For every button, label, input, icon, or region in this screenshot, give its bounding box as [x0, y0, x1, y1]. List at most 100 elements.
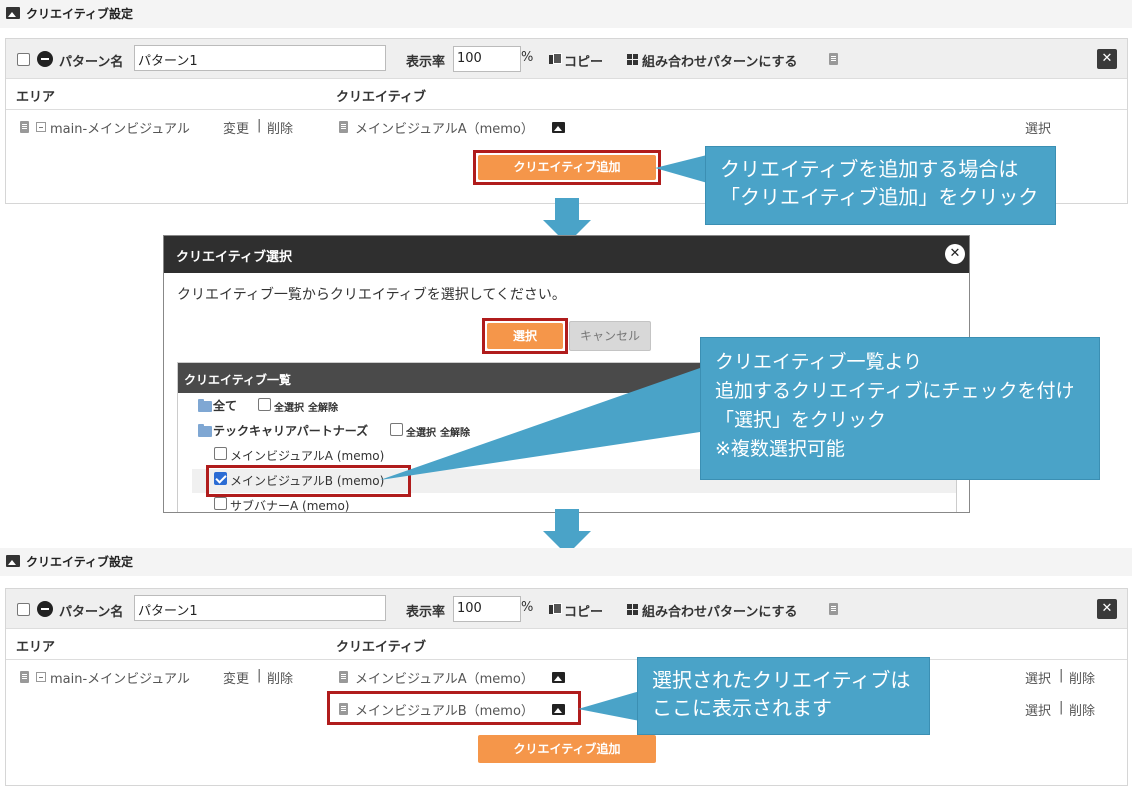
percent-label: %: [521, 50, 534, 65]
pattern-toolbar: パターン名 パターン1 表示率 100 % コピー 組み合わせパターンにする ✕: [6, 589, 1127, 629]
creative-column-header: クリエイティブ: [336, 640, 426, 655]
grid-icon: [627, 54, 638, 65]
folder-icon: [198, 424, 212, 437]
image-icon: [6, 7, 20, 19]
separator: |: [257, 668, 262, 683]
all-checkbox[interactable]: [258, 398, 271, 411]
collapse-icon[interactable]: [37, 51, 53, 67]
area-name: main-メインビジュアル: [50, 122, 190, 137]
add-creative-button[interactable]: クリエイティブ追加: [478, 155, 656, 180]
display-rate-input[interactable]: 100: [453, 596, 521, 622]
display-rate-label: 表示率: [406, 55, 446, 70]
document-icon: [339, 703, 348, 715]
image-icon: [552, 704, 565, 715]
callout-selected-result: 選択されたクリエイティブは ここに表示されます: [637, 657, 930, 735]
select-link[interactable]: 選択: [1025, 118, 1051, 137]
callout-line: クリエイティブ一覧より: [715, 351, 923, 373]
callout-add-creative: クリエイティブを追加する場合は 「クリエイティブ追加」をクリック: [705, 146, 1056, 225]
document-icon: [20, 671, 29, 683]
document-icon: [339, 671, 348, 683]
bottom-section-header: クリエイティブ設定: [0, 548, 1132, 576]
copy-icon: [549, 603, 562, 615]
add-creative-button[interactable]: クリエイティブ追加: [478, 735, 656, 763]
callout-line: クリエイティブを追加する場合は: [720, 157, 1019, 181]
dialog-title: クリエイティブ選択: [176, 250, 292, 265]
combine-pattern-button[interactable]: 組み合わせパターンにする: [642, 51, 797, 70]
pattern-name-input[interactable]: パターン1: [134, 595, 386, 621]
divider: [6, 659, 1127, 660]
creative-item: メインビジュアルA（memo）: [355, 672, 534, 687]
separator: |: [1059, 668, 1064, 683]
area-column-header: エリア: [16, 640, 56, 655]
pattern-checkbox[interactable]: [17, 53, 30, 66]
dialog-header: クリエイティブ選択 ✕: [164, 236, 969, 273]
close-pattern-button[interactable]: ✕: [1097, 49, 1117, 69]
pattern-panel-bottom: パターン名 パターン1 表示率 100 % コピー 組み合わせパターンにする ✕…: [5, 588, 1128, 786]
creative-checkbox[interactable]: [214, 497, 227, 510]
folder-icon: [198, 399, 212, 412]
copy-button[interactable]: コピー: [564, 601, 603, 620]
creative-checkbox[interactable]: [214, 447, 227, 460]
callout-line: 「クリエイティブ追加」をクリック: [720, 185, 1039, 209]
dialog-cancel-button[interactable]: キャンセル: [569, 321, 651, 351]
creative-list-item[interactable]: メインビジュアルA (memo): [230, 447, 384, 464]
delete-creative-link[interactable]: 削除: [1069, 700, 1095, 719]
combine-pattern-button[interactable]: 組み合わせパターンにする: [642, 601, 797, 620]
pattern-name-label: パターン名: [59, 55, 124, 70]
pattern-toolbar: パターン名 パターン1 表示率 100 % コピー 組み合わせパターンにする ✕: [6, 39, 1127, 79]
area-column-header: エリア: [16, 90, 56, 105]
callout-line: ※複数選択可能: [715, 438, 845, 460]
area-name: main-メインビジュアル: [50, 672, 190, 687]
separator: |: [1059, 700, 1064, 715]
pattern-name-label: パターン名: [59, 605, 124, 620]
copy-icon: [549, 53, 562, 65]
select-all-link[interactable]: 全選択: [274, 399, 304, 414]
pattern-checkbox[interactable]: [17, 603, 30, 616]
callout-select-creative: クリエイティブ一覧より 追加するクリエイティブにチェックを付け 「選択」をクリッ…: [700, 337, 1100, 480]
delete-creative-link[interactable]: 削除: [1069, 668, 1095, 687]
folder-label[interactable]: テックキャリアパートナーズ: [213, 422, 368, 439]
section-title: クリエイティブ設定: [26, 555, 134, 569]
display-rate-label: 表示率: [406, 605, 446, 620]
select-link[interactable]: 選択: [1025, 700, 1051, 719]
collapse-icon[interactable]: [37, 601, 53, 617]
document-icon[interactable]: [829, 603, 838, 615]
close-dialog-icon[interactable]: ✕: [945, 244, 965, 264]
callout-line: 選択されたクリエイティブは: [652, 668, 911, 692]
dialog-instruction: クリエイティブ一覧からクリエイティブを選択してください。: [177, 287, 566, 303]
edit-area-link[interactable]: 変更: [223, 118, 249, 137]
document-icon[interactable]: [829, 53, 838, 65]
edit-area-link[interactable]: 変更: [223, 668, 249, 687]
separator: |: [257, 118, 262, 133]
deselect-all-link[interactable]: 全解除: [308, 399, 338, 414]
callout-line: 追加するクリエイティブにチェックを付け: [715, 380, 1075, 402]
all-folder-label[interactable]: 全て: [213, 397, 237, 414]
close-pattern-button[interactable]: ✕: [1097, 599, 1117, 619]
divider: [6, 109, 1127, 110]
pattern-name-input[interactable]: パターン1: [134, 45, 386, 71]
image-icon: [552, 672, 565, 683]
creative-list-title: クリエイティブ一覧: [184, 373, 292, 387]
creative-item: メインビジュアルB（memo）: [355, 704, 534, 719]
display-rate-input[interactable]: 100: [453, 46, 521, 72]
callout-line: 「選択」をクリック: [715, 409, 887, 431]
collapse-area-icon[interactable]: [36, 672, 46, 682]
document-icon: [339, 121, 348, 133]
delete-area-link[interactable]: 削除: [267, 118, 293, 137]
copy-button[interactable]: コピー: [564, 51, 603, 70]
callout-pointer: [380, 368, 700, 480]
creative-item: メインビジュアルA（memo）: [355, 122, 534, 137]
section-title: クリエイティブ設定: [26, 7, 134, 21]
dialog-select-button[interactable]: 選択: [487, 323, 563, 349]
percent-label: %: [521, 600, 534, 615]
delete-area-link[interactable]: 削除: [267, 668, 293, 687]
image-icon: [6, 555, 20, 567]
select-link[interactable]: 選択: [1025, 668, 1051, 687]
top-section-header: クリエイティブ設定: [0, 0, 1132, 28]
grid-icon: [627, 604, 638, 615]
image-icon: [552, 122, 565, 133]
creative-column-header: クリエイティブ: [336, 90, 426, 105]
collapse-area-icon[interactable]: [36, 122, 46, 132]
callout-line: ここに表示されます: [652, 696, 832, 720]
creative-list-item[interactable]: サブバナーA (memo): [230, 497, 350, 512]
